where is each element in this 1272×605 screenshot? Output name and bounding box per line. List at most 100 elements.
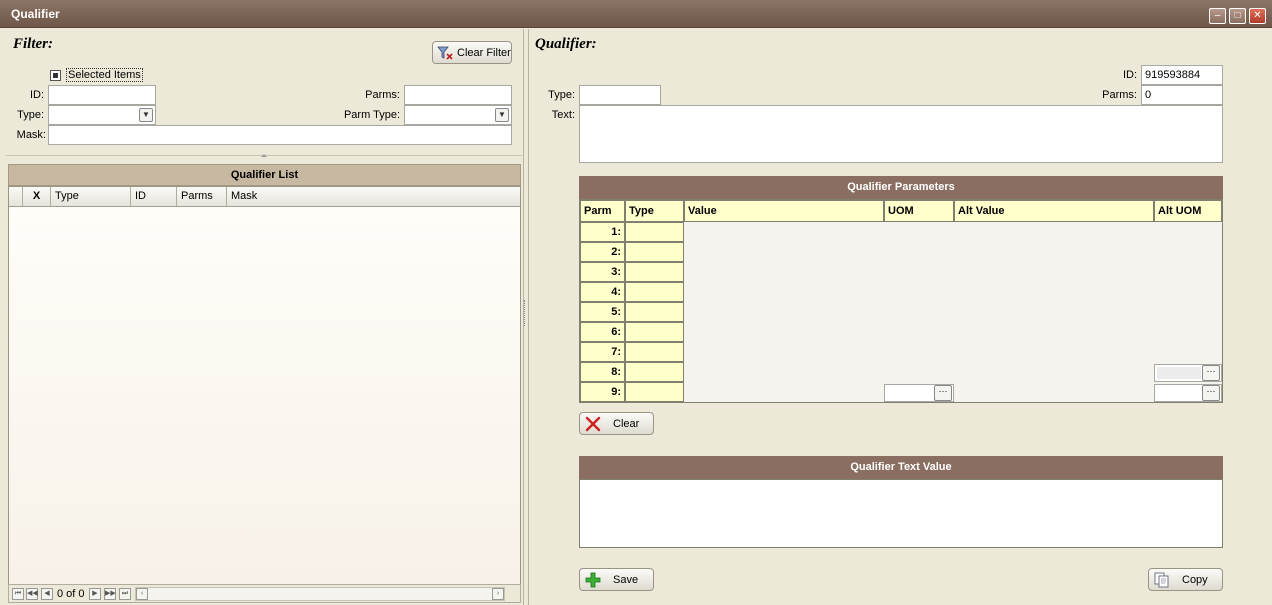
filter-heading: Filter:	[13, 36, 53, 52]
qualifier-parameters-grid: Parm Type Value UOM Alt Value Alt UOM 1:…	[579, 199, 1223, 403]
parm-type-cell[interactable]	[625, 262, 684, 282]
checkbox-box[interactable]	[50, 69, 61, 81]
ellipsis-icon[interactable]: ···	[934, 385, 952, 401]
ellipsis-icon[interactable]: ···	[1202, 385, 1220, 401]
first-page-icon[interactable]: ⏮	[12, 588, 24, 600]
copy-label: Copy	[1182, 573, 1208, 586]
filter-mask-input[interactable]	[48, 125, 512, 145]
column-mask[interactable]: Mask	[227, 187, 520, 207]
green-plus-icon	[585, 572, 601, 588]
parm-row-4: 4:	[580, 282, 625, 302]
qualifier-text-value-box[interactable]	[579, 479, 1223, 548]
parm-row-5: 5:	[580, 302, 625, 322]
qualifier-list-body[interactable]	[8, 207, 521, 584]
filter-id-input[interactable]	[48, 85, 156, 105]
parm-type-cell[interactable]	[625, 282, 684, 302]
column-type[interactable]: Type	[51, 187, 131, 207]
qualifier-panel: Qualifier: ID: 919593884 Type: Parms: 0 …	[528, 29, 1272, 605]
qualifier-list-columns: X Type ID Parms Mask	[8, 186, 521, 207]
qualifier-text-value-header: Qualifier Text Value	[579, 456, 1223, 479]
filter-parms-input[interactable]	[404, 85, 512, 105]
qualifier-text-label: Text:	[551, 109, 575, 121]
minimize-icon: –	[1214, 10, 1221, 21]
column-type: Type	[625, 200, 684, 222]
parm-9-alt-uom-input[interactable]: ···	[1154, 384, 1222, 402]
parm-type-cell[interactable]	[625, 322, 684, 342]
parm-row-2: 2:	[580, 242, 625, 262]
filter-parm-type-select[interactable]: ▼	[404, 105, 512, 125]
next-block-icon[interactable]: ▶▶	[104, 588, 116, 600]
parm-row-7: 7:	[580, 342, 625, 362]
parm-type-cell[interactable]	[625, 342, 684, 362]
close-icon: ✕	[1253, 10, 1262, 21]
qualifier-heading: Qualifier:	[535, 36, 597, 52]
splitter-handle[interactable]	[6, 154, 522, 160]
window-title: Qualifier	[11, 7, 60, 21]
clear-filter-label: Clear Filter	[457, 46, 511, 59]
maximize-button[interactable]: □	[1229, 8, 1246, 24]
column-row-selector	[9, 187, 23, 207]
parm-type-cell[interactable]	[625, 362, 684, 382]
column-parm: Parm	[580, 200, 625, 222]
chevron-down-icon[interactable]: ▼	[495, 108, 509, 122]
parm-8-alt-uom-input[interactable]: ···	[1154, 364, 1222, 382]
minimize-button[interactable]: –	[1209, 8, 1226, 24]
filter-parms-label: Parms:	[365, 89, 400, 101]
qualifier-text-input[interactable]	[579, 105, 1223, 163]
clear-button[interactable]: Clear	[579, 412, 654, 435]
horizontal-scrollbar[interactable]: ‹ ›	[135, 587, 505, 601]
filter-panel: Filter: Clear Filter Selected Items ID: …	[6, 29, 524, 605]
column-parms[interactable]: Parms	[177, 187, 227, 207]
last-page-icon[interactable]: ⏭	[119, 588, 131, 600]
qualifier-list-header: Qualifier List	[8, 164, 521, 186]
funnel-clear-icon	[437, 46, 453, 60]
pager-text: 0 of 0	[57, 588, 85, 600]
window-title-bar: Qualifier	[0, 0, 1272, 28]
filter-type-select[interactable]: ▼	[48, 105, 156, 125]
column-alt-uom: Alt UOM	[1154, 200, 1222, 222]
save-label: Save	[613, 573, 639, 586]
qualifier-parms-input[interactable]: 0	[1141, 85, 1223, 105]
previous-block-icon[interactable]: ◀◀	[26, 588, 38, 600]
column-x[interactable]: X	[23, 187, 51, 207]
next-page-icon[interactable]: ▶	[89, 588, 101, 600]
column-uom: UOM	[884, 200, 954, 222]
scroll-left-icon[interactable]: ‹	[136, 588, 148, 600]
close-button[interactable]: ✕	[1249, 8, 1266, 24]
previous-page-icon[interactable]: ◀	[41, 588, 53, 600]
qualifier-type-label: Type:	[548, 89, 575, 101]
save-button[interactable]: Save	[579, 568, 654, 591]
parm-row-6: 6:	[580, 322, 625, 342]
copy-documents-icon	[1154, 572, 1170, 588]
ellipsis-icon[interactable]: ···	[1202, 365, 1220, 381]
red-x-icon	[585, 416, 601, 432]
filter-mask-label: Mask:	[16, 129, 46, 141]
filter-type-label: Type:	[17, 109, 44, 121]
qualifier-id-label: ID:	[1122, 69, 1137, 81]
copy-button[interactable]: Copy	[1148, 568, 1223, 591]
parm-row-9: 9:	[580, 382, 625, 402]
disabled-fill	[1157, 367, 1201, 379]
chevron-down-icon[interactable]: ▼	[139, 108, 153, 122]
qualifier-parameters-header: Qualifier Parameters	[579, 176, 1223, 199]
clear-filter-button[interactable]: Clear Filter	[432, 41, 512, 64]
list-pager: ⏮ ◀◀ ◀ 0 of 0 ▶ ▶▶ ⏭ ‹ ›	[8, 584, 521, 603]
column-alt-value: Alt Value	[954, 200, 1154, 222]
selected-items-label: Selected Items	[66, 68, 143, 82]
filter-parm-type-label: Parm Type:	[343, 109, 400, 121]
scroll-right-icon[interactable]: ›	[492, 588, 504, 600]
parm-row-1: 1:	[580, 222, 625, 242]
qualifier-id-input[interactable]: 919593884	[1141, 65, 1223, 85]
parm-9-uom-input[interactable]: ···	[884, 384, 954, 402]
parm-type-cell[interactable]	[625, 242, 684, 262]
maximize-icon: □	[1234, 10, 1241, 21]
parm-type-cell[interactable]	[625, 302, 684, 322]
parm-type-cell[interactable]	[625, 222, 684, 242]
qualifier-type-input[interactable]	[579, 85, 661, 105]
column-id[interactable]: ID	[131, 187, 177, 207]
selected-items-checkbox[interactable]: Selected Items	[50, 68, 143, 82]
parm-type-cell[interactable]	[625, 382, 684, 402]
column-value: Value	[684, 200, 884, 222]
clear-label: Clear	[613, 417, 640, 430]
filter-id-label: ID:	[29, 89, 44, 101]
